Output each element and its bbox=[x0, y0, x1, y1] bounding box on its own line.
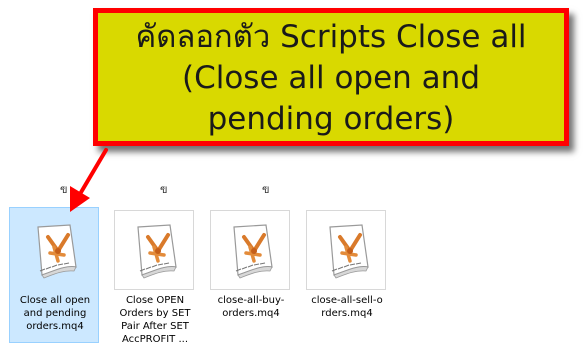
hidden-label-fragment: ข้ bbox=[60, 186, 68, 194]
mq4-script-icon bbox=[329, 224, 369, 279]
file-item-close-open-orders-by-set-pair[interactable]: Close OPEN Orders by SET Pair After SET … bbox=[109, 207, 199, 346]
file-name-line: and pending bbox=[23, 308, 87, 319]
file-item-close-all-buy-orders[interactable]: close-all-buy- orders.mq4 bbox=[205, 207, 295, 343]
annotation-line-1: คัดลอกตัว Scripts Close all bbox=[135, 18, 527, 55]
annotation-line-2: (Close all open and bbox=[181, 59, 480, 96]
hidden-label-fragment: ข้ bbox=[160, 186, 168, 194]
file-thumbnail bbox=[306, 210, 386, 290]
file-name-line: orders.mq4 bbox=[26, 321, 84, 332]
mq4-script-icon bbox=[137, 224, 177, 279]
file-item-close-all-open-and-pending-orders[interactable]: Close all open and pending orders.mq4 bbox=[9, 207, 99, 343]
file-thumbnail bbox=[14, 210, 94, 290]
file-name-line: Close OPEN bbox=[125, 295, 185, 306]
file-name-line: close-all-buy- bbox=[217, 295, 285, 306]
file-name: Close OPEN Orders by SET Pair After SET … bbox=[112, 294, 198, 346]
mq4-script-icon bbox=[233, 224, 273, 279]
file-name-line: AccPROFIT ... bbox=[121, 334, 189, 345]
annotation-callout: คัดลอกตัว Scripts Close all (Close all o… bbox=[93, 8, 569, 146]
file-thumbnail bbox=[114, 210, 194, 290]
file-name: close-all-buy- orders.mq4 bbox=[208, 294, 294, 320]
file-grid: Close all open and pending orders.mq4 Cl… bbox=[9, 207, 389, 353]
file-name: close-all-sell-o rders.mq4 bbox=[304, 294, 390, 320]
file-name-line: Close all open bbox=[19, 295, 91, 306]
file-item-close-all-sell-orders[interactable]: close-all-sell-o rders.mq4 bbox=[301, 207, 391, 343]
file-name-line: orders.mq4 bbox=[222, 308, 280, 319]
annotation-line-3: pending orders) bbox=[207, 100, 455, 137]
file-name: Close all open and pending orders.mq4 bbox=[12, 294, 98, 333]
file-name-line: Pair After SET bbox=[121, 321, 189, 332]
file-name-line: rders.mq4 bbox=[321, 308, 373, 319]
mq4-script-icon bbox=[37, 224, 77, 279]
file-name-line: close-all-sell-o bbox=[311, 295, 383, 306]
file-thumbnail bbox=[210, 210, 290, 290]
file-name-line: Orders by SET bbox=[119, 308, 191, 319]
hidden-label-fragment: ข้ bbox=[262, 186, 270, 194]
